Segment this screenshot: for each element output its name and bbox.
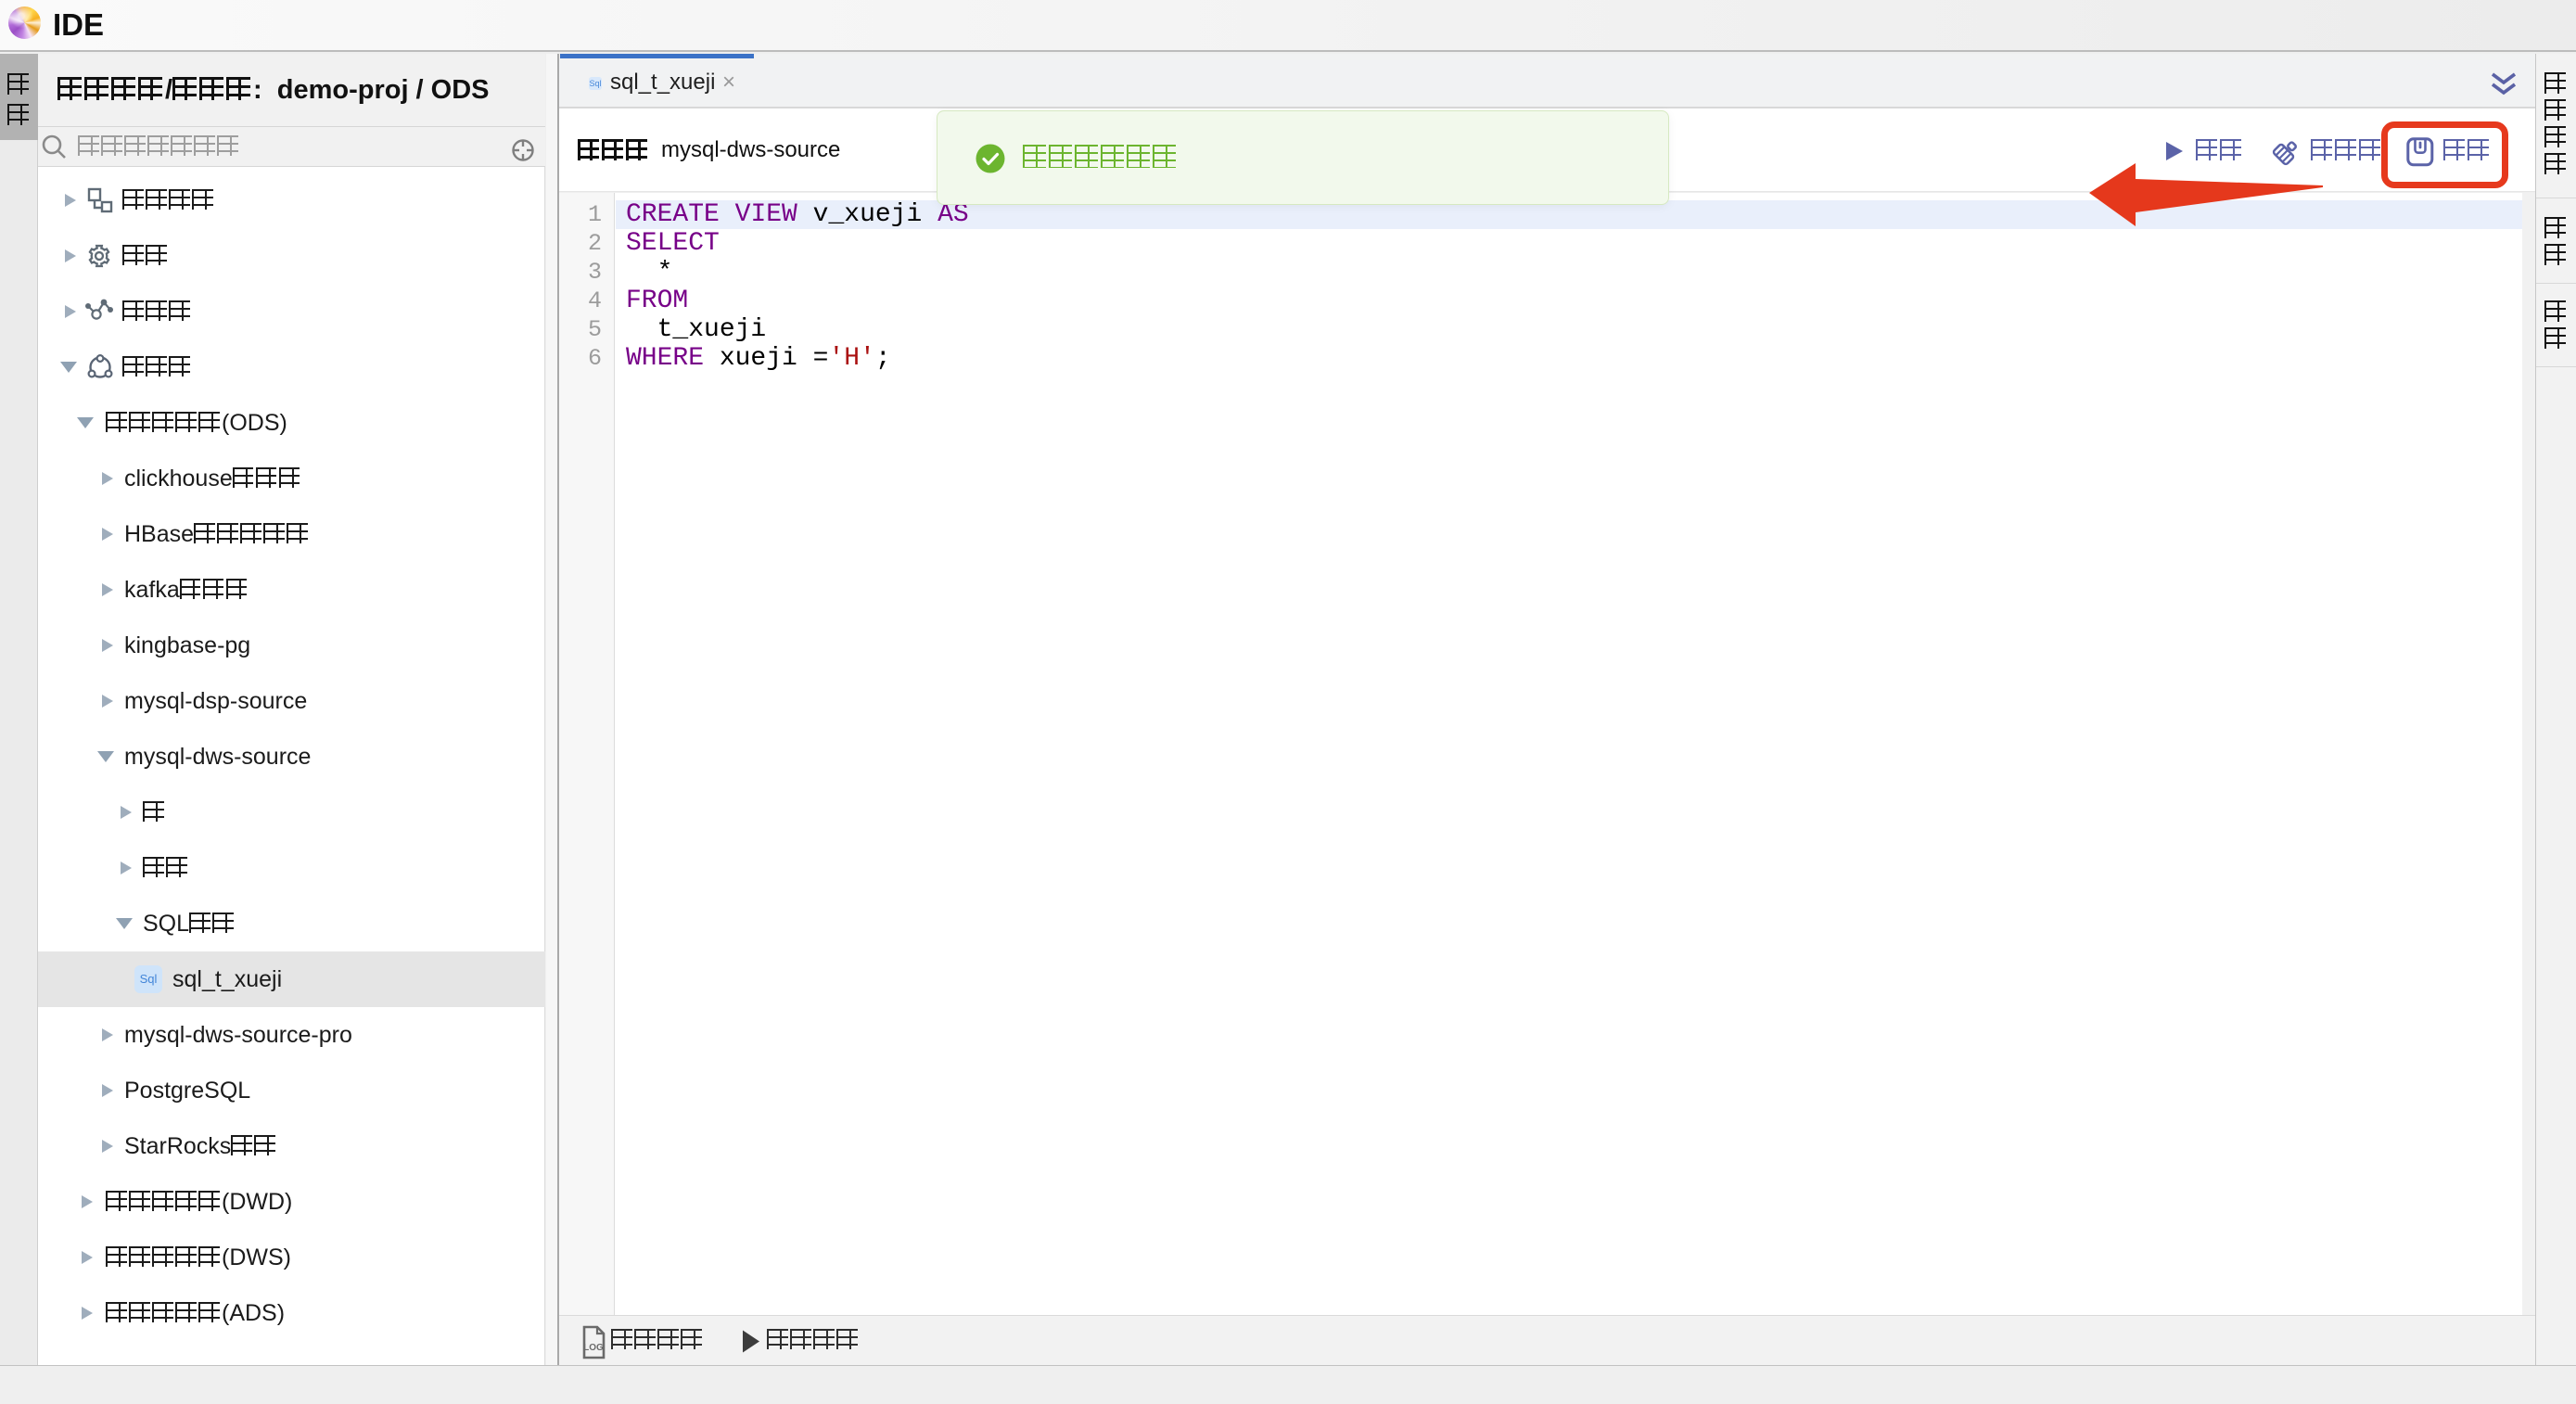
svg-text:LOG: LOG	[583, 1343, 604, 1353]
